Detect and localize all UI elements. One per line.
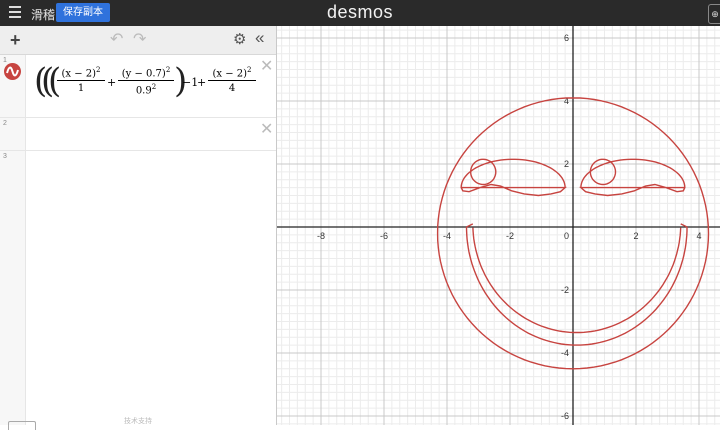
y-tick-label: 6 (564, 33, 569, 43)
desmos-logo: desmos (326, 2, 394, 22)
expression-row[interactable]: 2 ✕ (0, 118, 276, 151)
y-tick-label: 2 (564, 159, 569, 169)
plus-icon[interactable]: + (10, 31, 21, 49)
expression-panel: + ↶ ↷ ⚙ « 1 ( ( ( (x − 2)2 1 + (y − 0.7)… (0, 26, 277, 430)
minor-grid (277, 26, 720, 425)
save-copy-button[interactable]: 保存副本 (56, 3, 110, 22)
expression-toolbar: + ↶ ↷ ⚙ « (0, 26, 276, 55)
delete-expression-icon[interactable]: ✕ (260, 122, 273, 138)
x-tick-label: -6 (380, 231, 388, 241)
row-gutter: 3 (0, 151, 26, 425)
row-number: 2 (3, 120, 7, 127)
axes (277, 26, 720, 425)
mouth-outer-curve (465, 226, 688, 346)
y-tick-label: -2 (561, 285, 569, 295)
expression-row[interactable]: 1 ( ( ( (x − 2)2 1 + (y − 0.7)2 0.92 ) −… (0, 55, 276, 118)
fraction-3: (x − 2)2 4 (208, 66, 256, 94)
graph-title[interactable]: 滑稽 (31, 6, 55, 23)
fraction-1: (x − 2)2 1 (57, 66, 105, 94)
redo-icon[interactable]: ↷ (133, 32, 146, 48)
mouth-inner-curve (472, 227, 682, 334)
expression-row[interactable]: 3 (0, 151, 276, 425)
graph-color-icon[interactable] (4, 63, 21, 80)
undo-icon[interactable]: ↶ (110, 32, 123, 48)
corner-button[interactable]: ⊕ (708, 4, 720, 24)
fraction-2: (y − 0.7)2 0.92 (118, 66, 174, 97)
row-gutter: 1 (0, 55, 26, 117)
top-bar: 滑稽 保存副本 desmos ⊕ (0, 0, 720, 26)
plus-operator: + (107, 76, 117, 89)
x-tick-label: 2 (633, 231, 638, 241)
plus-operator: + (197, 76, 207, 89)
x-tick-label: 0 (564, 231, 569, 241)
gear-icon[interactable]: ⚙ (233, 32, 246, 48)
row-number: 3 (3, 153, 7, 160)
hamburger-menu-icon[interactable] (9, 6, 21, 18)
y-tick-label: -6 (561, 411, 569, 421)
x-tick-label: -4 (443, 231, 451, 241)
y-tick-label: -4 (561, 348, 569, 358)
graph-canvas[interactable]: -8 -6 -4 -2 0 2 4642-2-4-6 (277, 26, 720, 425)
major-grid (277, 26, 720, 425)
delete-expression-icon[interactable]: ✕ (260, 59, 273, 75)
double-chevron-left-icon[interactable]: « (255, 29, 264, 46)
x-tick-label: -8 (317, 231, 325, 241)
keyboard-toggle[interactable] (8, 421, 36, 430)
x-tick-label: -2 (506, 231, 514, 241)
row-gutter: 2 (0, 118, 26, 150)
x-tick-label: 4 (696, 231, 701, 241)
minus-one: −1 (182, 76, 199, 89)
